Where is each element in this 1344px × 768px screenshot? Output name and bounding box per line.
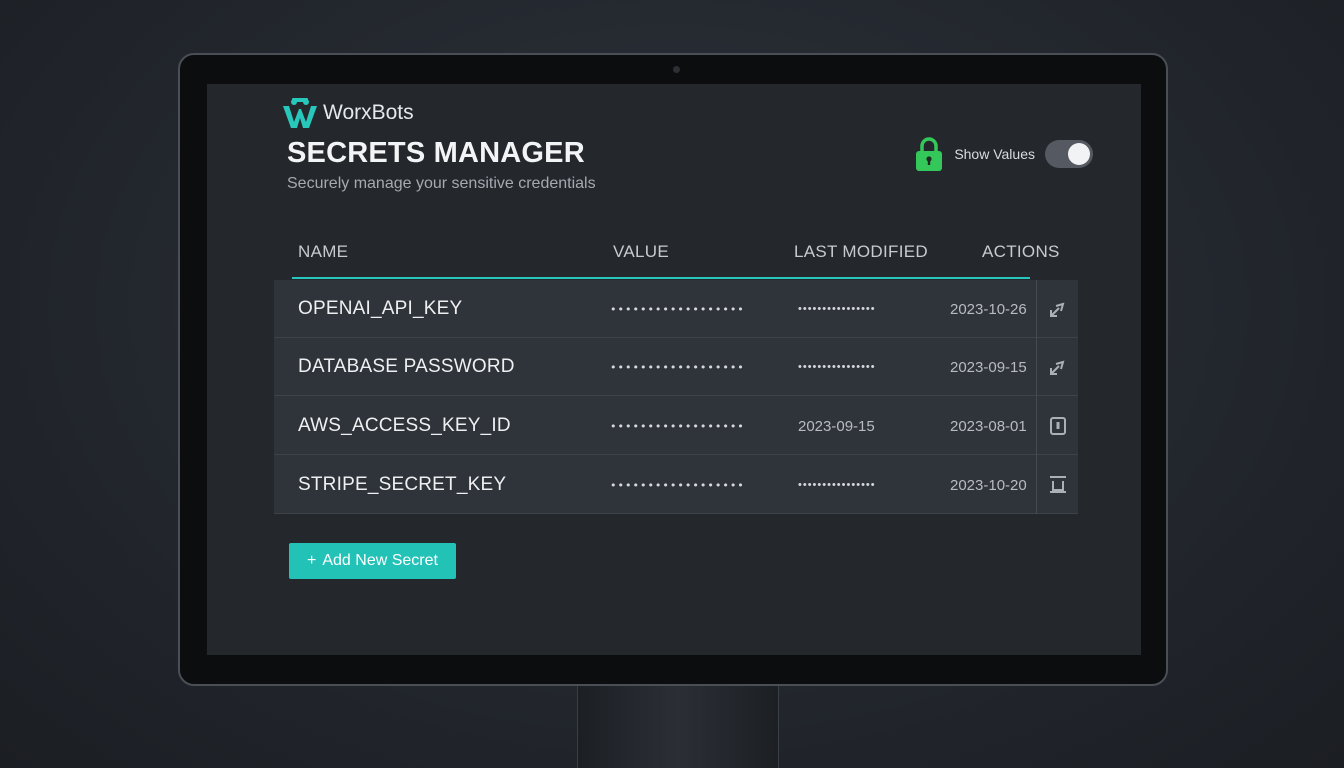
secret-value: •••••••••••••••••• [610,360,745,374]
monitor-frame: WorxBots SECRETS MANAGER Securely manage… [178,53,1168,686]
show-values-label: Show Values [954,146,1035,162]
worxbots-logo-icon [283,98,317,128]
add-new-secret-button[interactable]: + Add New Secret [289,543,456,579]
secret-date: 2023-09-15 [950,358,1027,376]
secret-date: 2023-10-26 [950,300,1027,318]
column-header-last-modified: LAST MODIFIED [794,242,928,261]
show-values-toggle[interactable] [1045,140,1093,168]
secret-name: OPENAI_API_KEY [298,298,463,319]
show-values-control: Show Values [914,136,1093,172]
table-row: STRIPE_SECRET_KEY •••••••••••••••••• •••… [274,456,1078,514]
secret-name: STRIPE_SECRET_KEY [298,474,507,495]
actions-column [1036,280,1078,514]
add-new-secret-label: Add New Secret [322,552,438,569]
secret-value: •••••••••••••••••• [610,419,745,433]
secret-date: 2023-08-01 [950,417,1027,435]
edit-icon[interactable] [1047,415,1069,437]
secret-name: AWS_ACCESS_KEY_ID [298,415,511,436]
brand-name: WorxBots [323,101,414,124]
secret-value: •••••••••••••••••• [610,478,745,492]
rotate-icon[interactable] [1047,298,1069,320]
monitor-stand [577,686,779,768]
secret-value: •••••••••••••••••• [610,302,745,316]
column-header-name: NAME [298,242,349,261]
delete-icon[interactable] [1047,473,1069,495]
table-header: NAME VALUE LAST MODIFIED ACTIONS [274,234,1078,280]
camera-dot [673,66,680,73]
secret-name: DATABASE PASSWORD [298,356,515,377]
page-subtitle: Securely manage your sensitive credentia… [287,175,596,192]
page-title: SECRETS MANAGER [287,137,585,169]
table-row: OPENAI_API_KEY •••••••••••••••••• ••••••… [274,280,1078,338]
header-underline [292,277,1030,279]
column-header-value: VALUE [613,242,669,261]
plus-icon: + [307,552,317,569]
lock-icon [916,137,943,171]
secret-date: 2023-10-20 [950,476,1027,494]
table-row: DATABASE PASSWORD •••••••••••••••••• •••… [274,338,1078,396]
secrets-table: OPENAI_API_KEY •••••••••••••••••• ••••••… [274,280,1078,514]
column-header-actions: ACTIONS [982,242,1060,261]
rotate-icon[interactable] [1047,356,1069,378]
app-screen: WorxBots SECRETS MANAGER Securely manage… [207,84,1141,655]
toggle-knob [1068,143,1090,165]
secret-modified: •••••••••••••••• [798,303,876,315]
table-row: AWS_ACCESS_KEY_ID •••••••••••••••••• 202… [274,397,1078,455]
secret-modified: •••••••••••••••• [798,361,876,373]
secret-modified: •••••••••••••••• [798,479,876,491]
brand: WorxBots [281,96,414,130]
secret-modified: 2023-09-15 [798,417,875,435]
